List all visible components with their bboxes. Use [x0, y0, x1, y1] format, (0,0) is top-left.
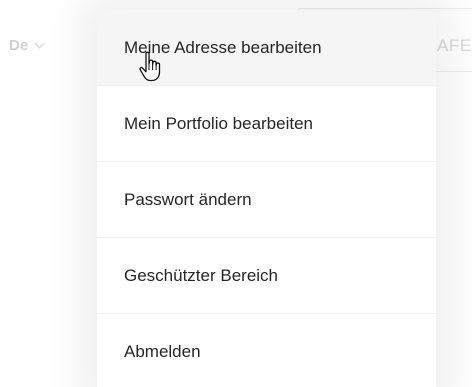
- language-switcher[interactable]: De: [9, 37, 45, 54]
- menu-item-label: Mein Portfolio bearbeiten: [124, 113, 314, 133]
- menu-item-label: Passwort ändern: [124, 189, 252, 209]
- chevron-down-icon: [34, 38, 45, 49]
- language-label: De: [9, 37, 29, 54]
- account-dropdown-menu: Meine Adresse bearbeiten Mein Portfolio …: [97, 10, 436, 387]
- menu-item-label: Meine Adresse bearbeiten: [124, 37, 322, 57]
- background-header-text: AFE: [437, 36, 472, 55]
- menu-item-change-password[interactable]: Passwort ändern: [97, 162, 436, 238]
- menu-item-label: Abmelden: [124, 342, 201, 361]
- menu-item-edit-address[interactable]: Meine Adresse bearbeiten: [97, 10, 436, 86]
- menu-item-label: Geschützter Bereich: [124, 265, 279, 285]
- menu-item-edit-portfolio[interactable]: Mein Portfolio bearbeiten: [97, 86, 436, 162]
- page: De AFE Meine Adresse bearbeiten Mein Por…: [0, 0, 472, 387]
- menu-item-logout[interactable]: Abmelden: [97, 314, 436, 387]
- menu-item-protected-area[interactable]: Geschützter Bereich: [97, 238, 436, 314]
